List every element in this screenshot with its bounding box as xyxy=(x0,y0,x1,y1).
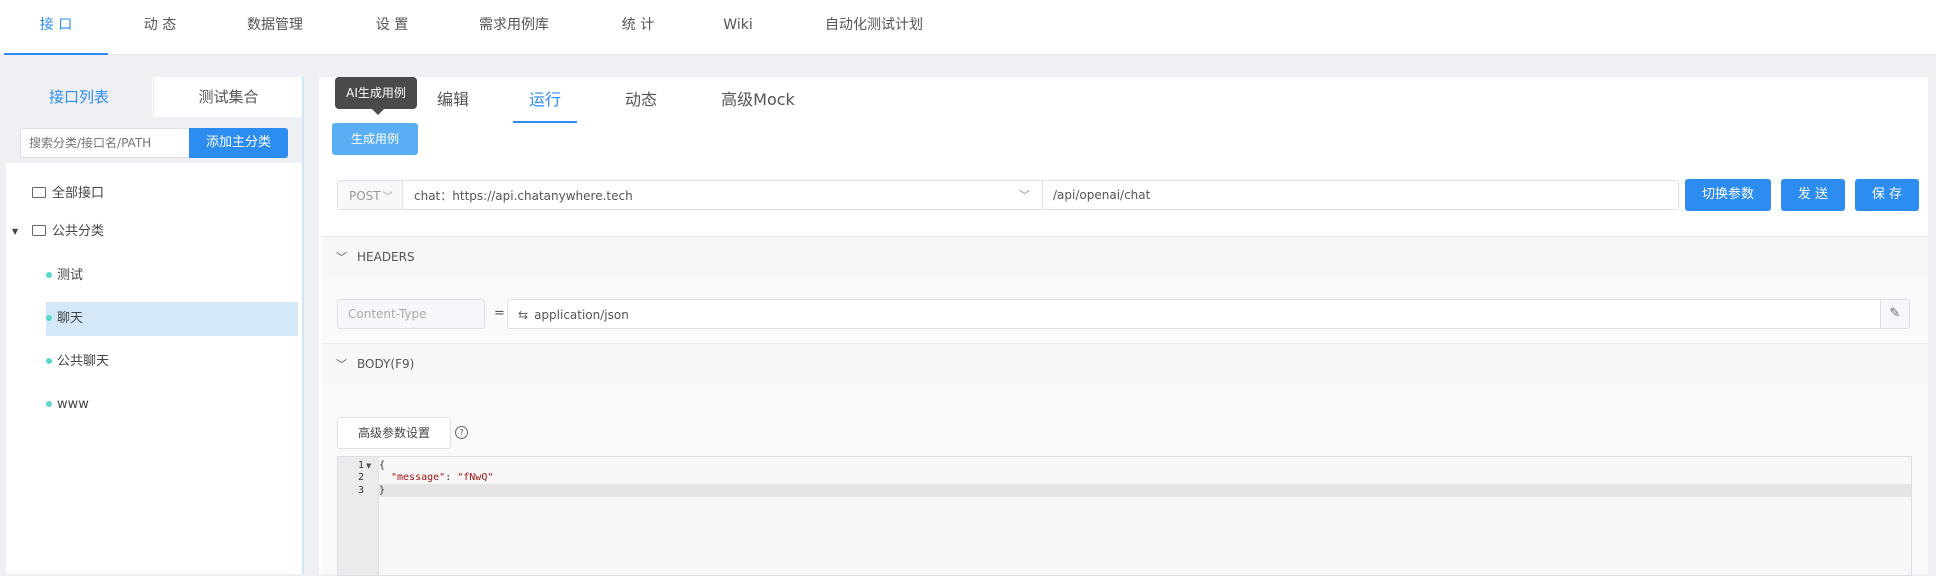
nav-tab-requirements[interactable]: 需求用例库 xyxy=(468,0,560,53)
line-number: 2 xyxy=(357,472,364,483)
status-dot-icon xyxy=(46,400,52,407)
active-line-highlight xyxy=(379,484,1911,497)
tree-item-label: 公共聊天 xyxy=(57,354,110,369)
switch-params-button[interactable]: 切换参数 xyxy=(1685,179,1771,211)
method-select[interactable]: POST ﹀ xyxy=(337,180,403,210)
body-section-toggle[interactable]: ﹀ BODY(F9) xyxy=(322,343,1928,385)
tooltip-arrow xyxy=(372,109,384,115)
status-dot-icon xyxy=(46,271,52,278)
tree-item-test[interactable]: 测试 xyxy=(46,259,292,293)
advanced-params-button[interactable]: 高级参数设置 xyxy=(337,417,451,449)
headers-section-toggle[interactable]: ﹀ HEADERS xyxy=(322,236,1928,278)
method-value: POST xyxy=(349,189,381,203)
tab-edit[interactable]: 编辑 xyxy=(433,88,473,121)
code-line: { xyxy=(379,460,385,472)
json-key: "message" xyxy=(391,472,446,483)
tooltip-text: AI生成用例 xyxy=(346,86,406,100)
sidebar: 接口列表 测试集合 添加主分类 全部接口 ▼ 公共分类 测试 聊天 公共聊天 w… xyxy=(6,77,304,574)
sidebar-tabs: 接口列表 测试集合 xyxy=(6,77,303,118)
fold-icon[interactable]: ▼ xyxy=(366,460,371,472)
code-line: } xyxy=(379,485,385,497)
help-icon[interactable]: ? xyxy=(455,426,468,439)
search-input[interactable] xyxy=(20,128,202,158)
header-value: application/json xyxy=(534,308,629,322)
json-separator: : xyxy=(445,472,458,483)
status-dot-icon xyxy=(46,314,52,321)
code-text: } xyxy=(379,485,386,496)
tree-all-label: 全部接口 xyxy=(52,186,105,201)
chevron-down-icon: ﹀ xyxy=(336,251,347,264)
send-button[interactable]: 发 送 xyxy=(1781,179,1845,211)
json-editor[interactable]: 1 ▼ 2 3 { "message": "fNwQ" } xyxy=(337,456,1912,576)
tree-group-label: 公共分类 xyxy=(52,224,105,239)
header-value-field[interactable]: ⇆ application/json xyxy=(507,299,1881,329)
chevron-down-icon: ﹀ xyxy=(336,358,347,371)
host-select[interactable]: chat：https://api.chatanywhere.tech ﹀ xyxy=(403,180,1043,210)
tree-item-label: 聊天 xyxy=(57,311,84,326)
nav-tab-statistics[interactable]: 统 计 xyxy=(606,0,670,53)
edit-icon[interactable]: ✎ xyxy=(1880,299,1910,329)
folder-icon xyxy=(32,187,46,198)
save-button[interactable]: 保 存 xyxy=(1855,179,1919,211)
chevron-down-icon: ﹀ xyxy=(382,192,393,203)
tree-item-label: 测试 xyxy=(57,268,84,283)
generate-case-button[interactable]: 生成用例 xyxy=(332,123,418,155)
path-input[interactable] xyxy=(1042,180,1679,210)
status-dot-icon xyxy=(46,357,52,364)
tab-activity[interactable]: 动态 xyxy=(622,88,660,121)
add-category-button[interactable]: 添加主分类 xyxy=(189,128,288,158)
top-nav: 接 口 动 态 数据管理 设 置 需求用例库 统 计 Wiki 自动化测试计划 xyxy=(0,0,1936,55)
ai-generate-tooltip: AI生成用例 xyxy=(335,77,417,115)
tab-advanced-mock[interactable]: 高级Mock xyxy=(720,88,796,121)
tab-run[interactable]: 运行 xyxy=(513,88,577,123)
nav-tab-api[interactable]: 接 口 xyxy=(4,0,108,55)
tree-item-label: www xyxy=(57,397,89,412)
json-value: "fNwQ" xyxy=(457,472,494,483)
swap-icon: ⇆ xyxy=(518,308,529,322)
tree-all-apis[interactable]: 全部接口 xyxy=(32,177,292,211)
headers-title: HEADERS xyxy=(357,250,415,264)
nav-tab-automation[interactable]: 自动化测试计划 xyxy=(810,0,938,53)
tab-test-collection[interactable]: 测试集合 xyxy=(153,77,303,118)
code-text: { xyxy=(379,460,386,471)
nav-tab-data-management[interactable]: 数据管理 xyxy=(238,0,312,53)
folder-open-icon xyxy=(32,225,46,236)
equals-sign: = xyxy=(494,306,505,321)
tab-api-list[interactable]: 接口列表 xyxy=(6,77,152,117)
line-number: 1 xyxy=(357,460,364,471)
tree-item-chat[interactable]: 聊天 xyxy=(46,302,298,336)
body-title: BODY(F9) xyxy=(357,357,415,371)
tree-item-www[interactable]: www xyxy=(46,388,292,422)
chevron-down-icon: ﹀ xyxy=(1019,189,1030,202)
code-line: "message": "fNwQ" xyxy=(391,472,493,484)
line-number: 3 xyxy=(357,485,364,496)
host-value: chat：https://api.chatanywhere.tech xyxy=(414,189,633,203)
main-panel: AI生成用例 编辑 运行 动态 高级Mock 生成用例 POST ﹀ chat：h… xyxy=(319,77,1928,576)
caret-down-icon[interactable]: ▼ xyxy=(12,215,18,249)
nav-tab-wiki[interactable]: Wiki xyxy=(716,0,760,53)
nav-tab-activity[interactable]: 动 态 xyxy=(128,0,192,53)
header-key-input[interactable] xyxy=(337,299,485,329)
tree-group-public[interactable]: ▼ 公共分类 xyxy=(12,215,292,249)
nav-tab-settings[interactable]: 设 置 xyxy=(360,0,424,53)
tree-item-public-chat[interactable]: 公共聊天 xyxy=(46,345,292,379)
